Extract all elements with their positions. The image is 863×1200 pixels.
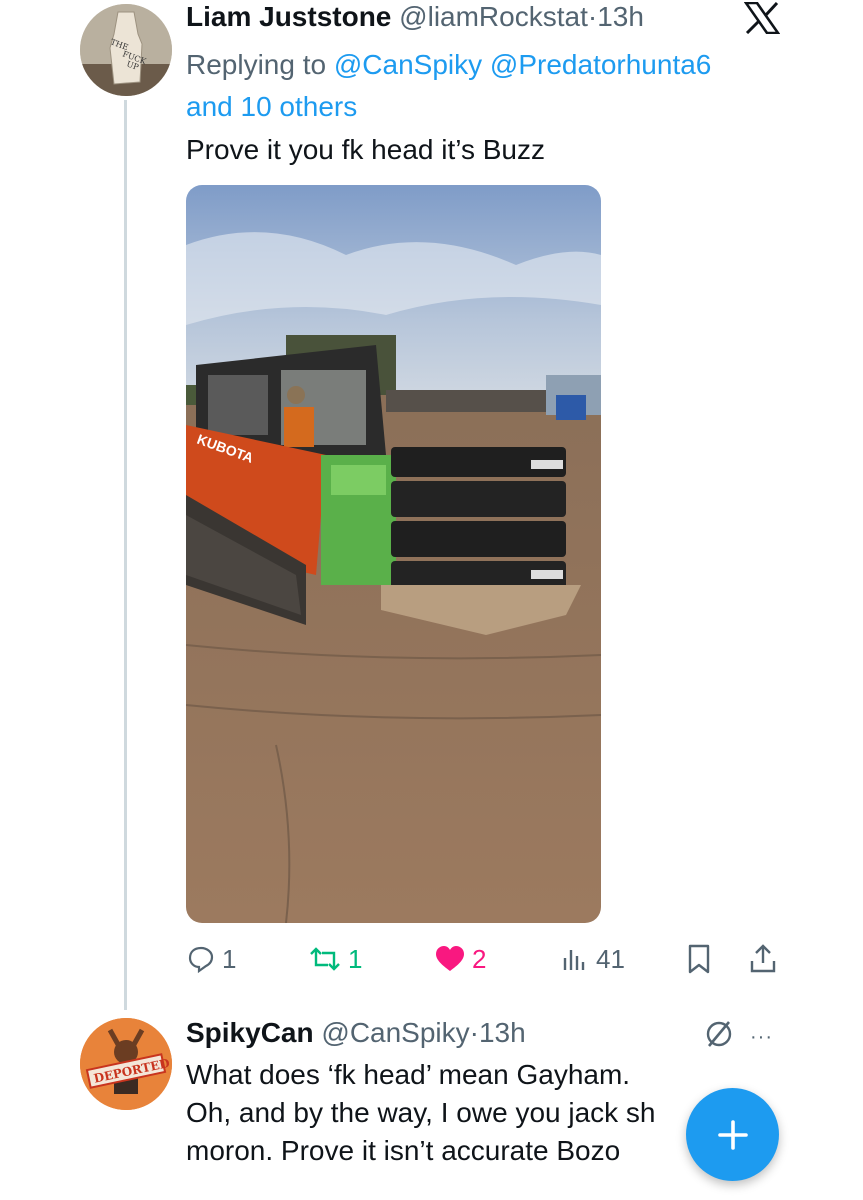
tweet1-text: Prove it you fk head it’s Buzz: [186, 134, 545, 165]
mention-canspiky[interactable]: @CanSpiky: [334, 49, 482, 80]
like-icon: [436, 946, 464, 971]
tweet2-text: What does ‘fk head’ mean Gayham. Oh, and…: [186, 1056, 746, 1170]
bookmark-icon: [688, 944, 710, 974]
tweet2-author-name[interactable]: SpikyCan: [186, 1017, 314, 1048]
share-icon: [750, 944, 776, 973]
tweet1-header: Liam Juststone @liamRockstat·13h: [186, 0, 644, 34]
tweet2-separator: ·: [469, 1017, 479, 1048]
replying-to-prefix: Replying to: [186, 49, 334, 80]
like-count: 2: [472, 943, 487, 974]
reply-button[interactable]: 1: [186, 940, 236, 978]
tweet1-time[interactable]: 13h: [597, 1, 644, 32]
tweet2-handle[interactable]: @CanSpiky: [321, 1017, 469, 1048]
grok-icon[interactable]: [703, 1018, 735, 1050]
avatar-liam[interactable]: THE FUCK UP: [80, 4, 172, 96]
tweet1-separator: ·: [587, 1, 598, 32]
avatar-liam-image: THE FUCK UP: [80, 4, 172, 96]
repost-button[interactable]: 1: [308, 940, 362, 978]
tweet1-media-photo[interactable]: KUBOTA: [186, 185, 601, 923]
tweet2-line-1: What does ‘fk head’ mean Gayham.: [186, 1059, 631, 1090]
like-button[interactable]: 2: [434, 940, 486, 978]
avatar-spikycan-image: DEPORTED: [80, 1018, 172, 1110]
compose-plus-icon: [717, 1119, 748, 1150]
x-logo-icon: [744, 2, 780, 34]
avatar-spikycan[interactable]: DEPORTED: [80, 1018, 172, 1110]
media-image: KUBOTA: [186, 185, 601, 923]
replying-to-line: Replying to @CanSpiky @Predatorhunta6 an…: [186, 44, 806, 128]
tweet2-time[interactable]: 13h: [479, 1017, 526, 1048]
tweet1-author-name[interactable]: Liam Juststone: [186, 1, 391, 32]
mention-predatorhunta6[interactable]: @Predatorhunta6: [490, 49, 711, 80]
mention-others[interactable]: and 10 others: [186, 91, 357, 122]
tweet2-line-3: moron. Prove it isn’t accurate Bozo: [186, 1135, 621, 1166]
views-button[interactable]: 41: [560, 940, 625, 978]
tweet1-handle[interactable]: @liamRockstat: [399, 1, 588, 32]
bookmark-button[interactable]: [684, 940, 714, 978]
thread-connector-line: [124, 100, 127, 1010]
share-button[interactable]: [748, 940, 778, 978]
repost-icon: [310, 947, 340, 971]
views-count: 41: [596, 943, 625, 974]
reply-icon: [188, 946, 214, 974]
compose-button[interactable]: [686, 1088, 779, 1181]
repost-count: 1: [348, 943, 363, 974]
reply-count: 1: [222, 943, 237, 974]
views-icon: [563, 950, 585, 970]
tweet2-header: SpikyCan @CanSpiky·13h: [186, 1016, 526, 1050]
more-icon[interactable]: ···: [750, 1026, 773, 1049]
tweet2-line-2: Oh, and by the way, I owe you jack sh: [186, 1097, 656, 1128]
